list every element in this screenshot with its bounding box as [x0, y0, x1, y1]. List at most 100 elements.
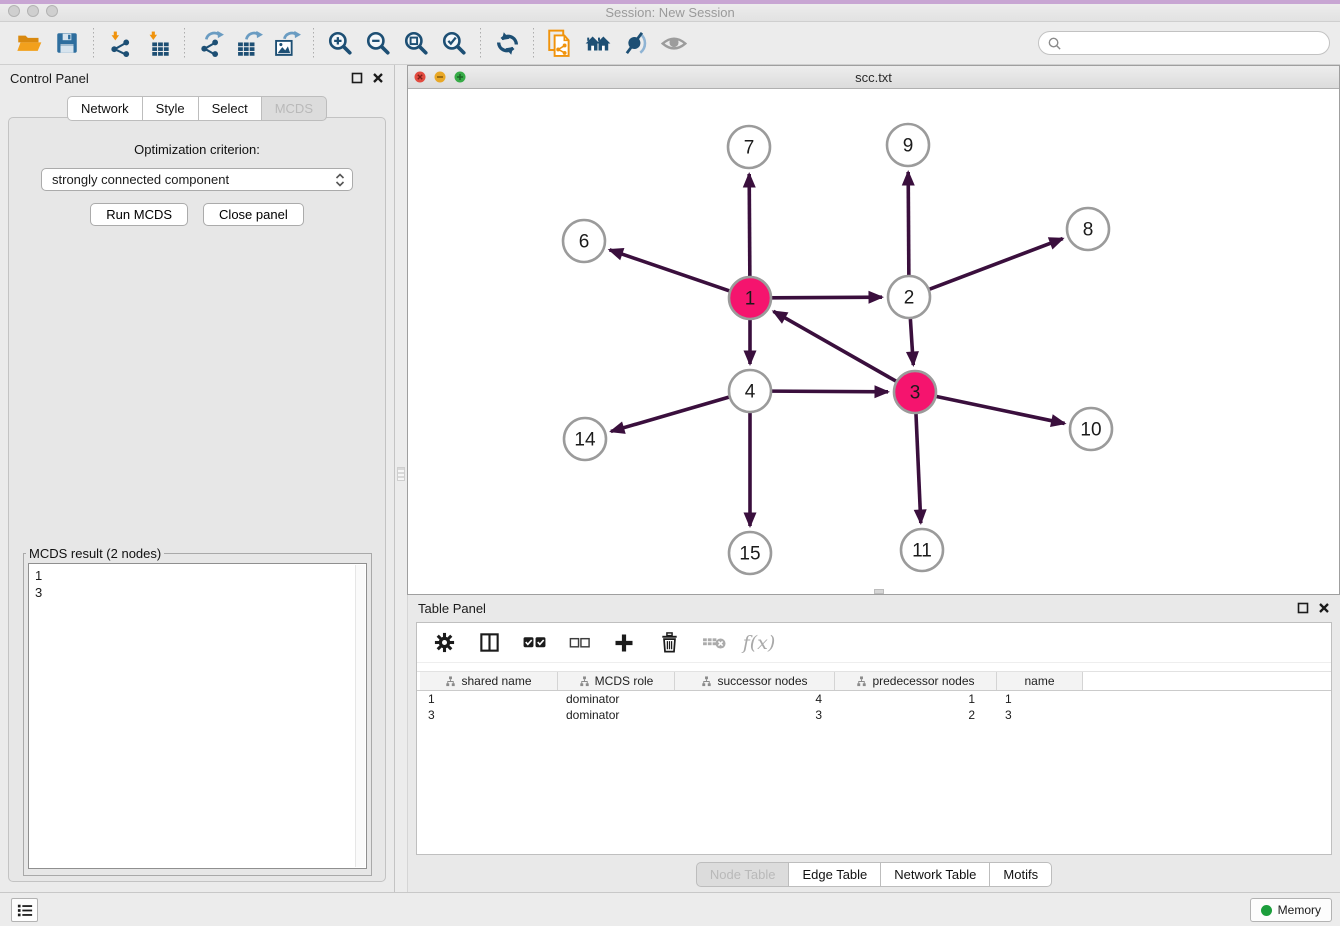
graph-edge-4-3[interactable]	[772, 391, 888, 392]
export-table-button[interactable]	[230, 25, 268, 61]
function-builder-button[interactable]: f(x)	[746, 630, 772, 656]
graph-node-label: 3	[910, 383, 921, 404]
hide-selected-button[interactable]	[617, 25, 655, 61]
memory-button[interactable]: Memory	[1250, 898, 1332, 922]
tree-icon	[445, 676, 456, 687]
tab-style[interactable]: Style	[142, 96, 199, 121]
search-input[interactable]	[1066, 34, 1329, 52]
open-folder-icon	[16, 30, 43, 57]
graph-edge-1-6[interactable]	[610, 250, 730, 291]
toggle-panel-mode-button[interactable]	[476, 630, 502, 656]
node-table-container: f(x) shared nameMCDS rolesuccessor nodes…	[416, 622, 1332, 855]
tab-mcds[interactable]: MCDS	[261, 96, 327, 121]
delete-table-icon	[702, 630, 727, 655]
float-panel-icon[interactable]	[351, 72, 363, 84]
run-mcds-button[interactable]: Run MCDS	[90, 203, 188, 226]
table-row[interactable]: 3dominator323	[417, 707, 1331, 723]
select-chevrons-icon	[334, 172, 346, 188]
tab-network-table[interactable]: Network Table	[880, 862, 990, 887]
export-network-button[interactable]	[192, 25, 230, 61]
table-cell: 2	[835, 708, 997, 722]
zoom-in-button[interactable]	[321, 25, 359, 61]
column-header[interactable]: shared name	[420, 672, 558, 690]
horizontal-splitter-grip[interactable]	[874, 589, 884, 594]
import-table-button[interactable]	[139, 25, 177, 61]
graph-edge-3-11[interactable]	[916, 414, 921, 523]
graph-edge-1-2[interactable]	[772, 297, 882, 298]
graph-node-label: 7	[744, 138, 755, 159]
close-panel-icon[interactable]	[1318, 602, 1330, 614]
table-settings-button[interactable]	[431, 630, 457, 656]
tab-network[interactable]: Network	[67, 96, 143, 121]
graph-edge-2-3[interactable]	[910, 319, 913, 365]
table-panel: Table Panel	[407, 595, 1340, 892]
tree-icon	[856, 676, 867, 687]
close-panel-button[interactable]: Close panel	[203, 203, 304, 226]
graph-node-label: 2	[904, 288, 915, 309]
table-cell: 3	[420, 708, 558, 722]
zoom-in-icon	[327, 30, 353, 56]
graph-edge-3-10[interactable]	[937, 397, 1065, 424]
column-header[interactable]: MCDS role	[558, 672, 675, 690]
column-header[interactable]: name	[997, 672, 1083, 690]
table-header-row: shared nameMCDS rolesuccessor nodesprede…	[417, 671, 1331, 691]
table-body: 1dominator4113dominator323	[417, 691, 1331, 723]
optimization-criterion-label: Optimization criterion:	[9, 142, 385, 157]
show-all-button[interactable]	[655, 25, 693, 61]
table-cell: 1	[835, 692, 997, 706]
graph-node-label: 11	[912, 541, 932, 562]
hide-all-columns-button[interactable]	[566, 630, 592, 656]
first-neighbors-button[interactable]	[579, 25, 617, 61]
fx-icon: f(x)	[743, 632, 776, 654]
network-canvas[interactable]: 1234678910111415	[408, 89, 1339, 594]
search-box[interactable]	[1038, 31, 1330, 55]
network-window-title: scc.txt	[408, 70, 1339, 85]
control-panel-header: Control Panel	[0, 65, 394, 91]
task-history-button[interactable]	[11, 898, 38, 922]
zoom-selected-button[interactable]	[435, 25, 473, 61]
import-network-button[interactable]	[101, 25, 139, 61]
control-panel: Control Panel Network Style Select MCDS …	[0, 65, 395, 892]
save-session-button[interactable]	[48, 25, 86, 61]
graph-edge-2-9[interactable]	[908, 172, 909, 275]
clone-network-button[interactable]	[541, 25, 579, 61]
toolbar-separator	[184, 28, 185, 58]
tab-motifs[interactable]: Motifs	[989, 862, 1052, 887]
unchecked-boxes-icon	[568, 631, 591, 654]
column-header[interactable]: predecessor nodes	[835, 672, 997, 690]
table-row[interactable]: 1dominator411	[417, 691, 1331, 707]
tab-select[interactable]: Select	[198, 96, 262, 121]
delete-table-button[interactable]	[701, 630, 727, 656]
zoom-fit-button[interactable]	[397, 25, 435, 61]
graph-edge-3-1[interactable]	[773, 311, 895, 381]
export-image-button[interactable]	[268, 25, 306, 61]
graph-edge-4-14[interactable]	[611, 397, 729, 431]
mcds-result-text[interactable]: 1 3	[28, 563, 367, 869]
table-tabs: Node Table Edge Table Network Table Moti…	[408, 862, 1340, 887]
show-all-columns-button[interactable]	[521, 630, 547, 656]
result-line: 3	[35, 584, 360, 601]
toolbar-separator	[480, 28, 481, 58]
column-header[interactable]: successor nodes	[675, 672, 835, 690]
network-window-titlebar[interactable]: scc.txt	[408, 66, 1339, 89]
criterion-select[interactable]: strongly connected component	[41, 168, 353, 191]
clone-network-icon	[546, 29, 574, 57]
graph-edge-1-7[interactable]	[749, 174, 750, 276]
create-column-button[interactable]	[611, 630, 637, 656]
save-icon	[54, 30, 80, 56]
float-panel-icon[interactable]	[1297, 602, 1309, 614]
tab-node-table[interactable]: Node Table	[696, 862, 790, 887]
delete-column-button[interactable]	[656, 630, 682, 656]
trash-icon	[658, 631, 681, 654]
network-graph[interactable]: 1234678910111415	[408, 89, 1339, 594]
mcds-result-box: MCDS result (2 nodes) 1 3	[23, 546, 372, 876]
table-panel-header: Table Panel	[408, 595, 1340, 621]
result-scrollbar[interactable]	[355, 565, 365, 867]
open-session-button[interactable]	[10, 25, 48, 61]
graph-edge-2-8[interactable]	[930, 239, 1063, 290]
zoom-out-button[interactable]	[359, 25, 397, 61]
tab-edge-table[interactable]: Edge Table	[788, 862, 881, 887]
vertical-splitter-grip[interactable]	[397, 467, 405, 481]
close-panel-icon[interactable]	[372, 72, 384, 84]
refresh-layout-button[interactable]	[488, 25, 526, 61]
